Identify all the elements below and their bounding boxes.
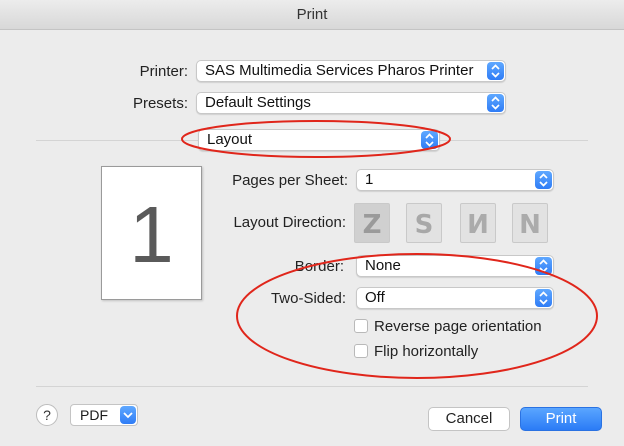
- chevron-updown-icon: [535, 257, 552, 275]
- svg-text:N: N: [519, 210, 541, 240]
- flip-horizontally-label: Flip horizontally: [374, 343, 479, 360]
- preview-page-number: 1: [129, 190, 174, 279]
- flip-horizontally-checkbox[interactable]: [354, 344, 368, 358]
- direction-n-reverse-button[interactable]: N: [460, 203, 496, 243]
- presets-label: Presets:: [132, 95, 188, 112]
- pdf-menu-button[interactable]: PDF: [70, 404, 138, 426]
- two-sided-value: Off: [365, 289, 385, 306]
- chevron-updown-icon: [487, 62, 504, 80]
- direction-z-button[interactable]: Z: [354, 203, 390, 243]
- pages-per-sheet-label: Pages per Sheet:: [232, 172, 348, 189]
- chevron-updown-icon: [487, 94, 504, 112]
- help-button[interactable]: ?: [36, 404, 58, 426]
- chevron-updown-icon: [535, 289, 552, 307]
- presets-select[interactable]: Default Settings: [196, 92, 506, 114]
- svg-text:Z: Z: [363, 210, 382, 240]
- printer-label: Printer:: [139, 63, 188, 80]
- print-button[interactable]: Print: [520, 407, 602, 431]
- printer-value: SAS Multimedia Services Pharos Printer: [205, 62, 474, 79]
- border-value: None: [365, 257, 401, 274]
- printer-select[interactable]: SAS Multimedia Services Pharos Printer: [196, 60, 506, 82]
- separator: [36, 386, 588, 387]
- border-label: Border:: [294, 258, 344, 275]
- direction-n-reverse-icon: N: [467, 210, 489, 240]
- section-value: Layout: [207, 131, 253, 148]
- reverse-orientation-checkbox[interactable]: [354, 319, 368, 333]
- svg-text:N: N: [467, 210, 489, 240]
- direction-n-icon: N: [519, 210, 541, 240]
- direction-z-icon: Z: [363, 210, 382, 240]
- pages-per-sheet-value: 1: [365, 171, 374, 188]
- direction-s-button[interactable]: S: [406, 203, 442, 243]
- layout-direction-label: Layout Direction:: [233, 214, 346, 231]
- cancel-button[interactable]: Cancel: [428, 407, 510, 431]
- section-select[interactable]: Layout: [198, 129, 440, 151]
- direction-n-button[interactable]: N: [512, 203, 548, 243]
- pdf-label: PDF: [80, 407, 108, 423]
- two-sided-select[interactable]: Off: [356, 287, 554, 309]
- pages-per-sheet-select[interactable]: 1: [356, 169, 554, 191]
- chevron-down-icon: [120, 406, 136, 424]
- reverse-orientation-label: Reverse page orientation: [374, 318, 542, 335]
- window-title: Print: [0, 0, 624, 30]
- presets-value: Default Settings: [205, 94, 311, 111]
- border-select[interactable]: None: [356, 255, 554, 277]
- chevron-updown-icon: [535, 171, 552, 189]
- svg-text:S: S: [415, 210, 434, 240]
- chevron-updown-icon: [421, 131, 438, 149]
- two-sided-label: Two-Sided:: [270, 290, 346, 307]
- direction-s-icon: S: [415, 210, 434, 240]
- page-preview: 1: [101, 166, 202, 300]
